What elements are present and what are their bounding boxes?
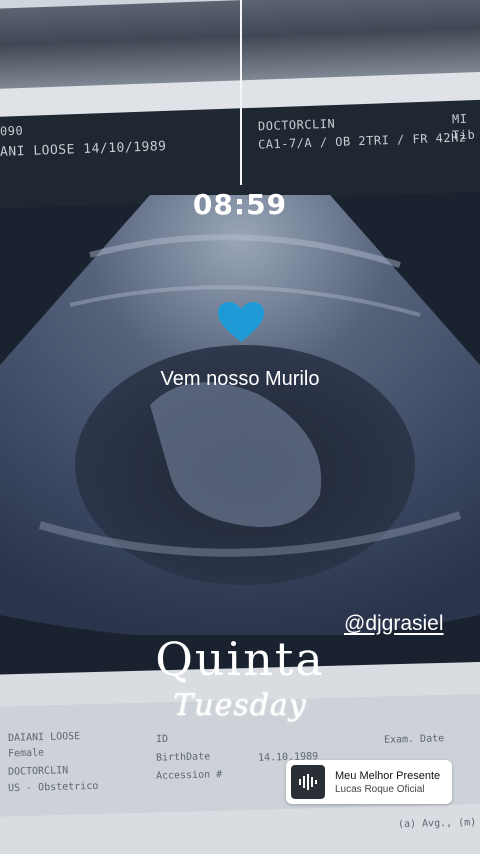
printout-text: BirthDate <box>155 751 211 764</box>
printout-text: US - Obstetrico <box>7 780 99 795</box>
ultrasound-scan-image <box>0 195 480 635</box>
printout-text: Tib <box>451 127 476 143</box>
printout-text: Exam. Date <box>383 733 445 746</box>
printout-text: 090 <box>0 123 24 139</box>
story-screen: 090 ANI LOOSE 14/10/1989 DOCTORCLIN CA1-… <box>0 0 480 854</box>
album-art <box>291 765 325 799</box>
heart-icon <box>218 302 264 342</box>
song-title: Meu Melhor Presente <box>335 769 441 782</box>
printout-text: (a) Avg., (m) l <box>397 816 480 831</box>
music-sticker[interactable]: Meu Melhor Presente Lucas Roque Oficial <box>286 760 452 804</box>
printout-text: DOCTORCLIN <box>257 116 336 134</box>
story-caption: Vem nosso Murilo <box>160 368 320 390</box>
printout-text: DOCTORCLIN <box>7 765 69 778</box>
day-sticker-title[interactable]: Quinta <box>0 632 480 686</box>
printout-text: MI <box>451 111 468 127</box>
printout-text: DAIANI LOOSE <box>7 731 81 744</box>
song-artist: Lucas Roque Oficial <box>335 783 425 795</box>
printout-text: Female <box>7 747 45 760</box>
waveform-icon <box>299 774 317 790</box>
printout-text: ID <box>155 733 169 746</box>
vertical-line-decoration <box>240 0 242 185</box>
day-sticker-subtitle: Tuesday <box>173 688 307 723</box>
printout-text: Accession # <box>155 769 223 782</box>
time-sticker[interactable]: 08:59 <box>0 188 480 221</box>
